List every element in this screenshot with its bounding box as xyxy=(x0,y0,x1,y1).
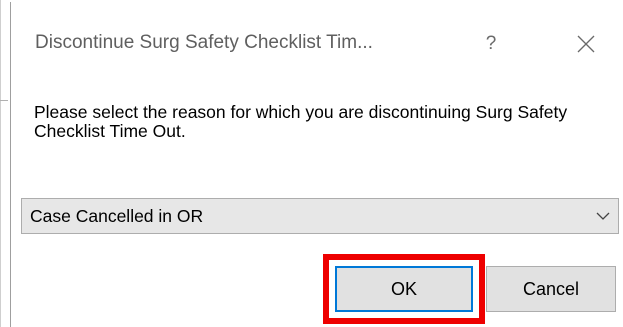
close-icon xyxy=(577,35,595,53)
screen: Discontinue Surg Safety Checklist Tim...… xyxy=(0,0,623,327)
dialog-prompt: Please select the reason for which you a… xyxy=(34,102,568,141)
background-window-edge xyxy=(0,0,1,327)
ok-button[interactable]: OK xyxy=(335,266,473,312)
close-button[interactable] xyxy=(566,28,606,60)
discontinue-dialog: Discontinue Surg Safety Checklist Tim...… xyxy=(10,2,623,327)
dialog-titlebar[interactable]: Discontinue Surg Safety Checklist Tim...… xyxy=(11,2,623,82)
dialog-title: Discontinue Surg Safety Checklist Tim... xyxy=(35,32,373,53)
reason-select-value: Case Cancelled in OR xyxy=(30,206,204,226)
reason-select[interactable]: Case Cancelled in OR xyxy=(21,198,619,234)
chevron-down-icon xyxy=(596,212,610,220)
background-divider xyxy=(0,100,8,101)
cancel-button[interactable]: Cancel xyxy=(486,266,616,312)
help-button[interactable]: ? xyxy=(471,28,511,60)
